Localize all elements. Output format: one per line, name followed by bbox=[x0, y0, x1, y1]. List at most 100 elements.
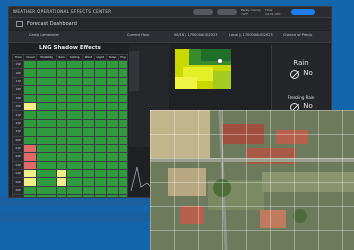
effect-cell bbox=[118, 177, 128, 187]
table-row[interactable]: 06Z bbox=[11, 185, 128, 196]
primary-button[interactable] bbox=[291, 9, 315, 15]
toolbar-button-2[interactable] bbox=[217, 9, 237, 15]
table-row[interactable]: 16Z bbox=[11, 68, 128, 78]
date-filter-1[interactable]: 06/16 | 170000AUG2023 bbox=[174, 33, 217, 37]
effect-cell bbox=[93, 169, 107, 179]
table-row[interactable]: 18Z bbox=[11, 85, 128, 95]
time-cell: 21Z bbox=[11, 110, 25, 120]
effect-cell bbox=[118, 185, 128, 196]
effect-cell bbox=[118, 76, 128, 87]
effect-cell bbox=[66, 118, 83, 129]
time-cell: 04Z bbox=[11, 169, 25, 179]
effects-table-panel: LNG Shadow Effects Time Cloud Visibility Ra… bbox=[11, 45, 128, 197]
effect-cell bbox=[81, 152, 95, 162]
table-row[interactable]: 03Z bbox=[11, 160, 128, 171]
effect-cell bbox=[118, 93, 128, 103]
effect-cell bbox=[105, 68, 120, 78]
effect-cell bbox=[81, 177, 95, 187]
table-row[interactable]: 07Z bbox=[11, 194, 128, 197]
table-title: LNG Shadow Effects bbox=[39, 45, 101, 51]
effect-cell bbox=[81, 118, 95, 129]
time-cell: 23Z bbox=[11, 127, 25, 137]
effect-cell bbox=[105, 169, 120, 179]
freezing-rain-label: Freezing Rain bbox=[287, 95, 315, 100]
table-row[interactable]: 02Z bbox=[11, 152, 128, 162]
table-row[interactable]: 19Z bbox=[11, 93, 128, 103]
effect-cell bbox=[23, 185, 38, 196]
date-filter-2[interactable]: Local || 170000AUG2023 bbox=[229, 33, 273, 37]
effect-cell bbox=[105, 185, 120, 196]
effect-cell bbox=[36, 177, 57, 187]
time-cell: 20Z bbox=[11, 101, 25, 112]
effect-cell bbox=[93, 85, 107, 95]
effect-cell bbox=[36, 194, 57, 197]
effect-cell bbox=[36, 185, 57, 196]
effect-cell bbox=[36, 152, 57, 162]
effect-cell bbox=[105, 59, 120, 70]
effect-cell bbox=[55, 118, 68, 129]
effect-cell bbox=[66, 194, 83, 197]
time-cell: 02Z bbox=[11, 152, 25, 162]
effect-cell bbox=[66, 177, 83, 187]
app-title: WEATHER OPERATIONAL EFFECTS CENTER bbox=[13, 9, 112, 14]
weather-summary: Partly Cloudy 74°F bbox=[241, 8, 261, 16]
effect-cell bbox=[55, 93, 68, 103]
effect-cell bbox=[105, 127, 120, 137]
table-row[interactable]: 00Z bbox=[11, 135, 128, 145]
table-row[interactable]: 01Z bbox=[11, 143, 128, 154]
effect-cell bbox=[105, 110, 120, 120]
effect-cell bbox=[66, 93, 83, 103]
effect-cell bbox=[118, 110, 128, 120]
table-row[interactable]: 21Z bbox=[11, 110, 128, 120]
table-row[interactable]: 04Z bbox=[11, 169, 128, 179]
effect-cell bbox=[23, 76, 38, 87]
effect-cell bbox=[105, 152, 120, 162]
effect-cell bbox=[66, 152, 83, 162]
effect-cell bbox=[36, 101, 57, 112]
effect-cell bbox=[66, 135, 83, 145]
precip-filter[interactable]: Chance of Precip bbox=[283, 33, 312, 37]
table-row[interactable]: 17Z bbox=[11, 76, 128, 87]
effect-cell bbox=[66, 143, 83, 154]
effect-cell bbox=[66, 85, 83, 95]
effect-cell bbox=[118, 135, 128, 145]
effect-cell bbox=[118, 169, 128, 179]
effect-cell bbox=[23, 160, 38, 171]
time-cell: 05Z bbox=[11, 177, 25, 187]
table-row[interactable]: 23Z bbox=[11, 127, 128, 137]
effect-cell bbox=[66, 76, 83, 87]
page-title: Forecast Dashboard bbox=[27, 21, 77, 27]
effect-cell bbox=[23, 68, 38, 78]
effect-cell bbox=[105, 101, 120, 112]
effect-cell bbox=[36, 160, 57, 171]
table-row[interactable]: 20Z bbox=[11, 101, 128, 112]
time-cell: 19Z bbox=[11, 93, 25, 103]
map-controls[interactable] bbox=[129, 51, 139, 91]
effect-cell bbox=[36, 76, 57, 87]
toolbar-button-1[interactable] bbox=[193, 9, 213, 15]
effect-cell bbox=[105, 93, 120, 103]
time-cell: 22Z bbox=[11, 118, 25, 129]
effect-cell bbox=[81, 68, 95, 78]
effect-cell bbox=[23, 127, 38, 137]
grid-icon[interactable] bbox=[16, 21, 23, 27]
table-row[interactable]: 05Z bbox=[11, 177, 128, 187]
effect-cell bbox=[105, 143, 120, 154]
effect-cell bbox=[118, 118, 128, 129]
location-filter[interactable]: Camp Lemonnier bbox=[29, 33, 59, 37]
effect-cell bbox=[55, 85, 68, 95]
effect-cell bbox=[36, 85, 57, 95]
effect-cell bbox=[55, 76, 68, 87]
table-row[interactable]: 22Z bbox=[11, 118, 128, 129]
effect-cell bbox=[23, 177, 38, 187]
effect-cell bbox=[93, 185, 107, 196]
effect-cell bbox=[93, 135, 107, 145]
table-row[interactable]: 15Z bbox=[11, 59, 128, 70]
effect-cell bbox=[105, 135, 120, 145]
effect-cell bbox=[93, 110, 107, 120]
current-hour-filter[interactable]: Current Hour bbox=[127, 33, 150, 37]
effect-cell bbox=[118, 152, 128, 162]
effect-cell bbox=[23, 85, 38, 95]
effect-cell bbox=[55, 169, 68, 179]
effect-cell bbox=[81, 59, 95, 70]
